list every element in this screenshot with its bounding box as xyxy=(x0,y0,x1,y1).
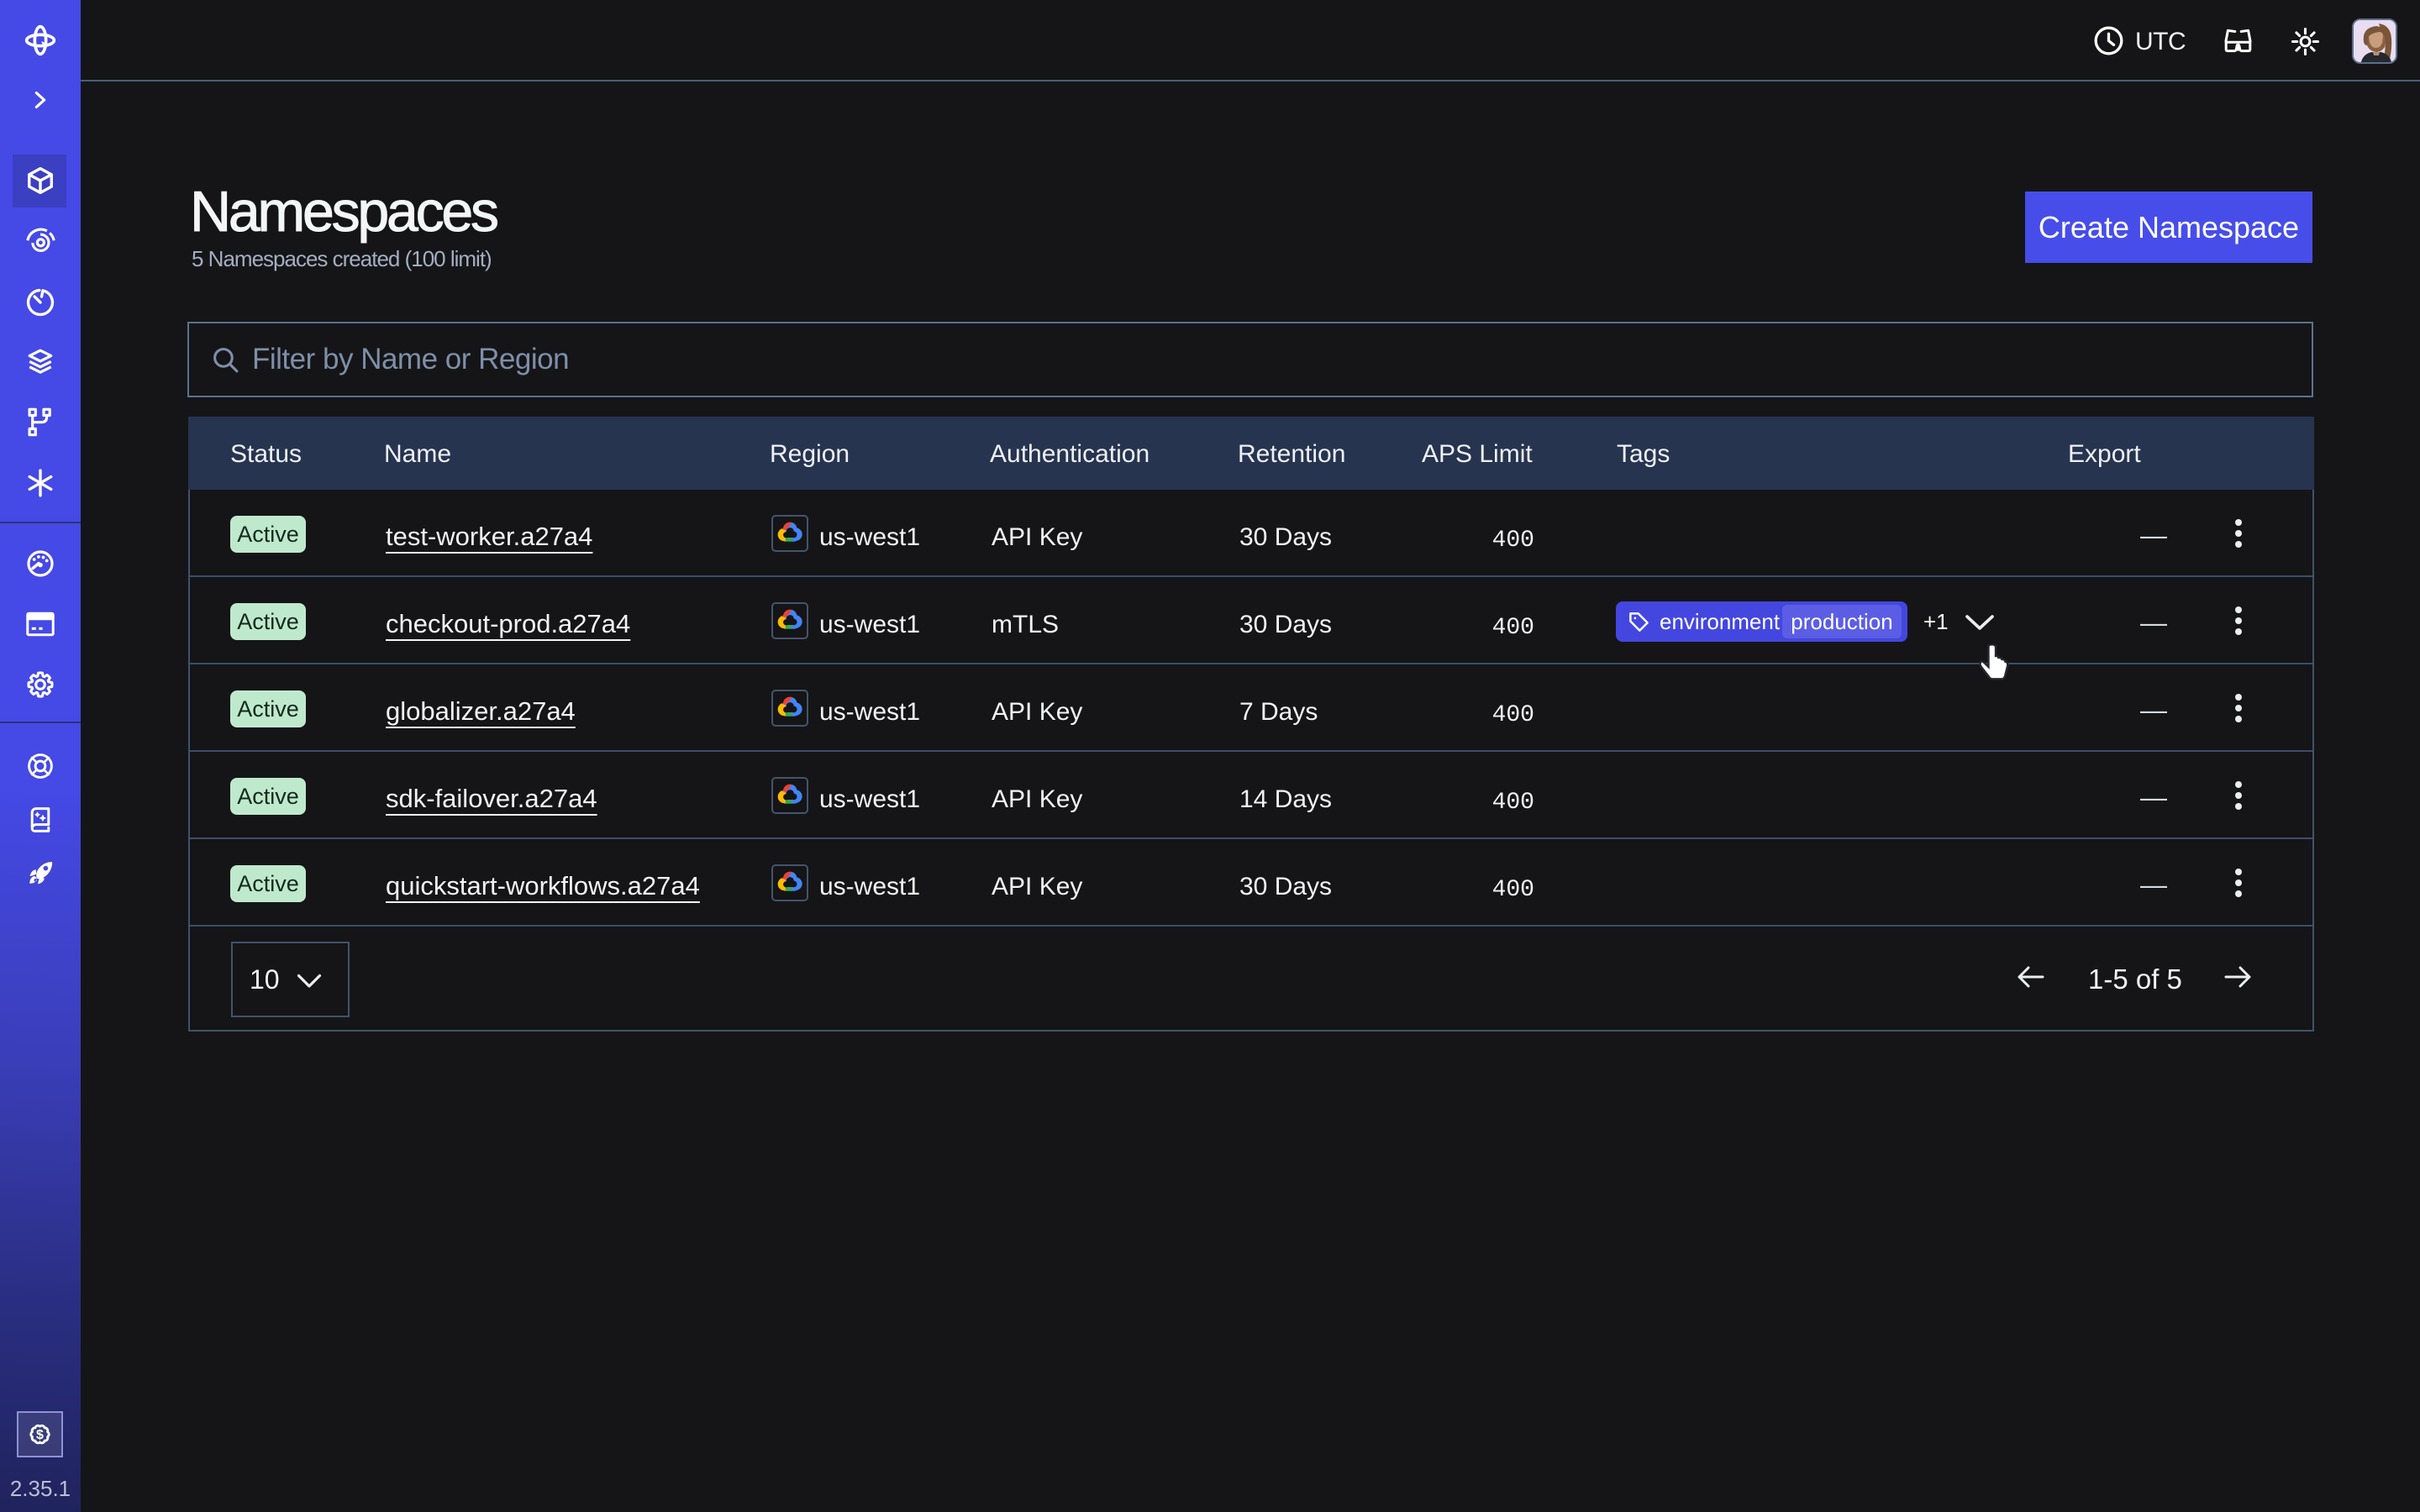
svg-text:$: $ xyxy=(36,1428,44,1442)
